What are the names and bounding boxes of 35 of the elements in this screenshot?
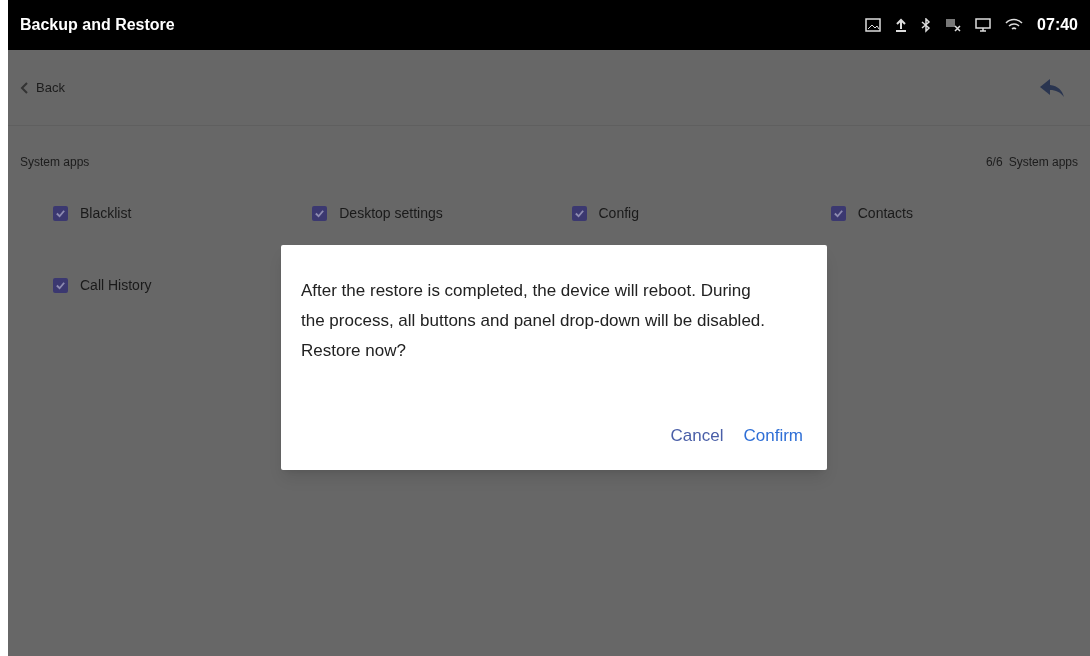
network-off-icon (945, 18, 962, 32)
count-label: System apps (1008, 154, 1078, 171)
selected-count: 6/6 (985, 154, 1003, 171)
back-button[interactable]: Back (20, 77, 65, 98)
checkbox[interactable] (53, 205, 68, 221)
checkmark-icon (55, 279, 66, 291)
checkbox[interactable] (571, 205, 587, 221)
confirm-button[interactable]: Confirm (743, 422, 803, 448)
app-label: Desktop settings (339, 203, 443, 223)
checkbox[interactable] (830, 205, 846, 221)
app-label: Contacts (857, 203, 913, 223)
back-chevron-icon (20, 81, 28, 94)
checkmark-icon (55, 207, 66, 219)
app-label: Config (598, 203, 639, 223)
checkmark-icon (314, 207, 326, 219)
wifi-icon (1005, 18, 1024, 32)
checkbox[interactable] (312, 205, 328, 221)
app-label: Blacklist (80, 203, 132, 223)
window-title: Backup and Restore (20, 15, 175, 35)
clock: 07:40 (1037, 15, 1078, 35)
checkmark-icon (832, 207, 844, 219)
cancel-button[interactable]: Cancel (670, 422, 724, 448)
section-title: System apps (20, 154, 90, 171)
app-checkbox-item[interactable]: Contacts (830, 203, 1090, 223)
dialog-message: After the restore is completed, the device will reboot. During the process, all buttons and panel drop-down will be disabled. Restore now? (301, 280, 766, 362)
checkbox[interactable] (53, 277, 68, 293)
monitor-icon (975, 18, 992, 32)
app-checkbox-item[interactable]: Desktop settings (312, 203, 572, 223)
app-checkbox-item[interactable]: Blacklist (53, 203, 313, 223)
upload-icon (895, 18, 908, 32)
checkmark-icon (573, 207, 585, 219)
image-icon (865, 18, 882, 32)
bluetooth-icon (921, 17, 932, 33)
app-label: Call History (80, 275, 152, 295)
app-checkbox-item[interactable]: Config (571, 203, 831, 223)
